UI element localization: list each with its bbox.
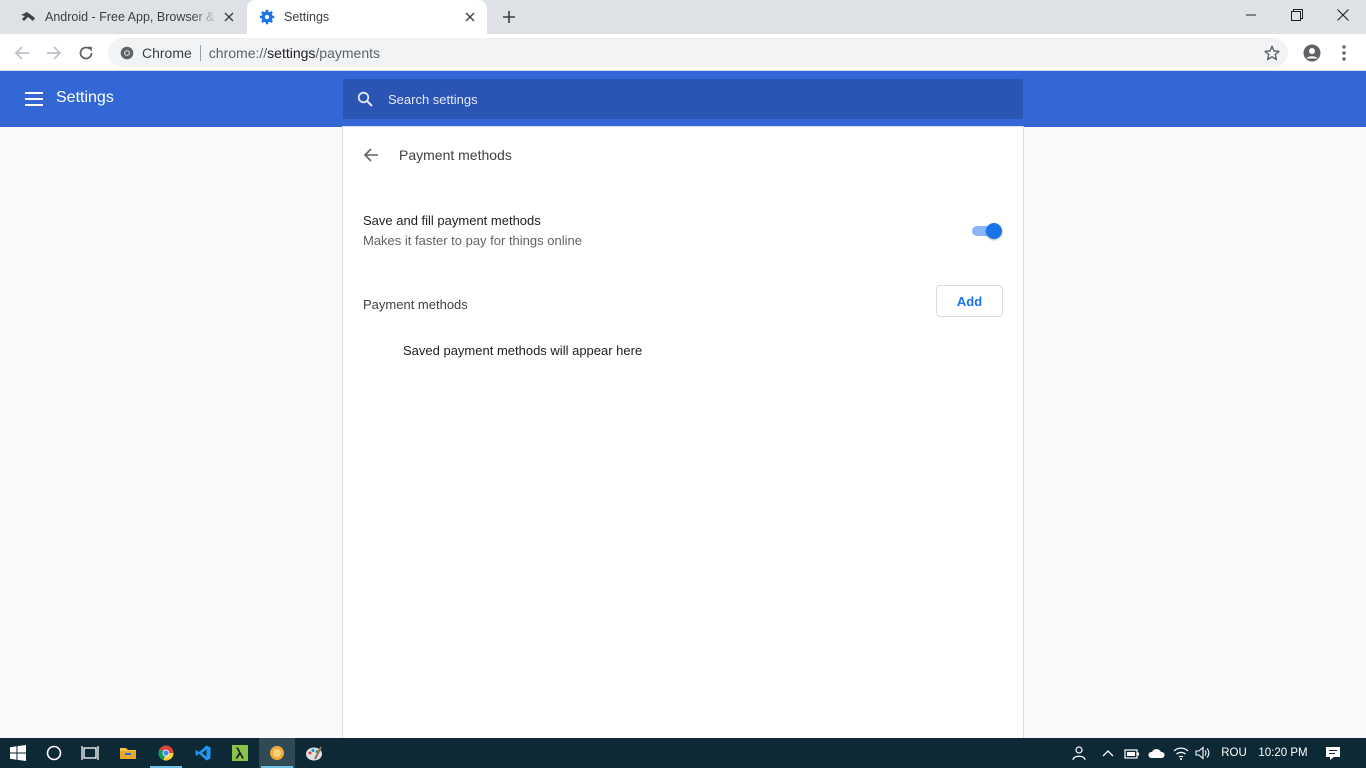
wifi-icon[interactable]	[1171, 738, 1191, 768]
site-name: Chrome	[142, 44, 192, 61]
battery-icon[interactable]	[1122, 738, 1142, 768]
tab-title: Android - Free App, Browser & Games	[45, 10, 218, 24]
settings-header: Settings	[0, 71, 1366, 127]
people-icon[interactable]	[1066, 738, 1090, 768]
tab-strip: Android - Free App, Browser & Games Sett…	[0, 0, 1366, 34]
restore-button[interactable]	[1274, 0, 1320, 30]
menu-hamburger-icon[interactable]	[22, 88, 46, 110]
save-fill-title: Save and fill payment methods	[363, 213, 541, 228]
profile-avatar-icon[interactable]	[1298, 39, 1326, 67]
android-site-icon	[20, 9, 36, 25]
section-title: Payment methods	[363, 297, 468, 312]
address-bar[interactable]: Chrome chrome://settings/payments	[108, 38, 1288, 67]
save-fill-toggle[interactable]	[972, 223, 1004, 239]
more-menu-icon[interactable]	[1332, 39, 1356, 67]
save-fill-subtitle: Makes it faster to pay for things online	[363, 233, 582, 248]
cortana-search-icon[interactable]	[36, 738, 72, 768]
page-title: Payment methods	[399, 147, 512, 163]
new-tab-button[interactable]	[497, 5, 521, 29]
chrome-taskbar-icon[interactable]	[148, 738, 184, 768]
lambda-app-icon[interactable]	[222, 738, 258, 768]
omnibox-separator	[199, 44, 201, 61]
app-running-icon[interactable]	[259, 738, 295, 768]
clock[interactable]: 10:20 PM	[1252, 738, 1314, 768]
paint-app-icon[interactable]	[296, 738, 332, 768]
close-icon[interactable]	[459, 6, 481, 28]
close-window-button[interactable]	[1320, 0, 1366, 30]
file-explorer-icon[interactable]	[110, 738, 146, 768]
search-input[interactable]	[388, 91, 988, 107]
task-view-icon[interactable]	[72, 738, 108, 768]
chrome-icon	[119, 45, 135, 61]
settings-title: Settings	[56, 89, 114, 106]
browser-toolbar: Chrome chrome://settings/payments	[0, 34, 1366, 71]
close-icon[interactable]	[218, 6, 240, 28]
back-button[interactable]	[8, 39, 36, 67]
start-windows-icon[interactable]	[0, 738, 36, 768]
search-settings[interactable]	[343, 79, 1023, 119]
back-arrow-icon[interactable]	[359, 144, 383, 166]
windows-taskbar: ROU 10:20 PM	[0, 738, 1366, 768]
gear-icon	[259, 9, 275, 25]
vscode-icon[interactable]	[185, 738, 221, 768]
toggle-knob	[986, 223, 1002, 239]
notifications-icon[interactable]	[1318, 738, 1348, 768]
volume-icon[interactable]	[1193, 738, 1213, 768]
tab-title: Settings	[284, 10, 330, 24]
reload-button[interactable]	[72, 39, 100, 67]
empty-message: Saved payment methods will appear here	[403, 343, 643, 358]
minimize-button[interactable]	[1228, 0, 1274, 30]
bookmark-star-icon[interactable]	[1258, 39, 1286, 67]
url-text: chrome://settings/payments	[208, 44, 380, 61]
payment-methods-card: Payment methods Save and fill payment me…	[343, 127, 1023, 738]
language-indicator[interactable]: ROU	[1216, 738, 1252, 768]
add-payment-button[interactable]: Add	[936, 285, 1003, 317]
forward-button[interactable]	[40, 39, 68, 67]
tab-settings[interactable]: Settings	[247, 0, 487, 34]
search-icon	[356, 90, 374, 108]
tab-android[interactable]: Android - Free App, Browser & Games	[8, 0, 246, 34]
chevron-up-icon[interactable]	[1098, 738, 1118, 768]
onedrive-cloud-icon[interactable]	[1145, 738, 1167, 768]
